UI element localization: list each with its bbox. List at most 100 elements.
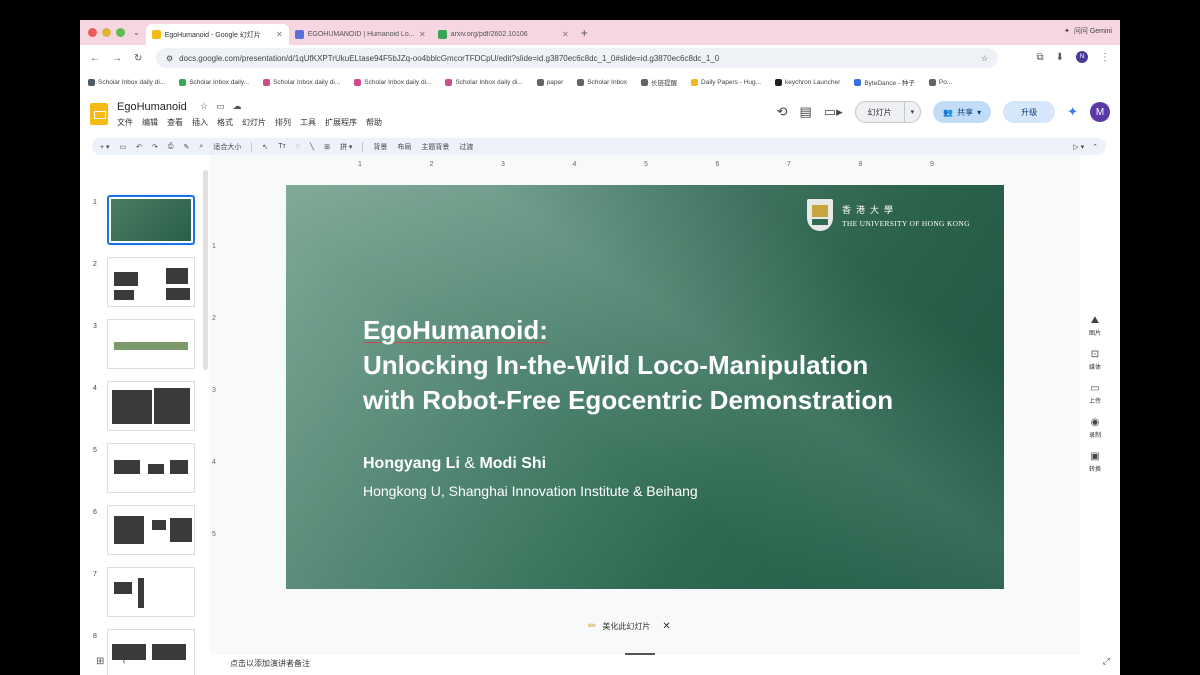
tools-icon[interactable]: 拼 ▾ [340,142,352,152]
bookmark-item[interactable]: ByteDance - 种子 [854,77,915,87]
bookmark-item[interactable]: keychron Launcher [775,78,840,86]
bookmark-item[interactable]: 长链提醒 [641,77,677,87]
slides-logo-icon[interactable] [90,103,108,125]
slideshow-button[interactable]: 幻灯片 ▾ [854,101,922,123]
current-slide[interactable]: 香港大學 THE UNIVERSITY OF HONG KONG EgoHuma… [286,185,1004,589]
tab-egohumanoid-site[interactable]: EGOHUMANOID | Humanoid Lo... ✕ [289,24,432,45]
meet-camera-icon[interactable]: ▭▸ [824,104,843,120]
filmstrip-scrollbar[interactable] [203,170,208,370]
theme-button[interactable]: 主题背景 [421,142,449,152]
slide-title[interactable]: EgoHumanoid: Unlocking In-the-Wild Loco-… [363,313,893,418]
new-slide-icon[interactable]: + ▾ [100,143,110,151]
cloud-saved-icon[interactable]: ☁ [233,101,242,112]
ask-gemini-button[interactable]: ✦ 问问 Gemini [1064,26,1112,36]
close-window-button[interactable] [88,28,97,37]
tab-close-icon[interactable]: ✕ [562,30,569,39]
bookmark-star-icon[interactable]: ☆ [981,54,988,63]
slide-thumbnail-row[interactable]: 3 [80,319,210,371]
site-info-icon[interactable]: ⚙ [166,54,173,63]
media-button[interactable]: ⊡ 媒体 [1089,349,1101,371]
zoom-select[interactable]: 适合大小 [213,142,241,152]
slide-thumbnail-row[interactable]: 7 [80,567,210,619]
slide-thumbnail[interactable] [107,257,195,307]
shape-icon[interactable]: ◌ [296,143,300,150]
slide-thumbnail[interactable] [107,443,195,493]
slideshow-label[interactable]: 幻灯片 [856,102,905,122]
menu-item[interactable]: 文件 [117,117,133,128]
slide-thumbnail[interactable] [107,381,195,431]
slide-thumbnail-row[interactable]: 5 [80,443,210,495]
comments-icon[interactable]: ▤ [799,104,811,120]
insert-image-button[interactable]: ⛰ 图片 [1089,315,1101,337]
address-bar[interactable]: ⚙ docs.google.com/presentation/d/1qUfKXP… [156,48,998,68]
expand-notes-icon[interactable]: ⤢ [1103,656,1110,667]
slide-thumbnail[interactable] [107,195,195,245]
speaker-notes-input[interactable]: 点击以添加演讲者备注 [230,658,310,669]
grid-view-icon[interactable]: ⊞ [96,656,104,667]
comment-add-icon[interactable]: ⊞ [324,143,330,151]
star-icon[interactable]: ☆ [200,101,208,112]
url-text[interactable]: docs.google.com/presentation/d/1qUfKXPTr… [179,54,981,63]
text-box-icon[interactable]: Tт [278,143,285,150]
slide-thumbnail[interactable] [107,505,195,555]
tab-close-icon[interactable]: ✕ [276,30,283,39]
gemini-sparkle-icon[interactable]: ✦ [1067,104,1078,120]
maximize-window-button[interactable] [116,28,125,37]
version-history-icon[interactable]: ⟲ [777,104,788,120]
tab-egohumanoid-slides[interactable]: EgoHumanoid - Google 幻灯片 ✕ [145,24,289,45]
redo-icon[interactable]: ↷ [152,143,158,151]
collapse-toolbar-icon[interactable]: ⌃ [1092,143,1098,151]
extensions-icon[interactable]: ⧉ [1036,52,1043,63]
line-icon[interactable]: ╲ [310,143,314,151]
slide-authors[interactable]: Hongyang Li & Modi Shi [363,455,546,473]
back-arrow-icon[interactable]: ← [90,53,100,64]
bookmark-item[interactable]: Scholar Inbox daily... [179,78,249,86]
move-folder-icon[interactable]: ▭ [216,101,225,112]
beautify-label[interactable]: 美化此幻灯片 [602,621,650,632]
slide-thumbnail-row[interactable]: 2 [80,257,210,309]
share-dropdown-icon[interactable]: ▾ [977,108,981,117]
menu-item[interactable]: 查看 [167,117,183,128]
menu-item[interactable]: 幻灯片 [242,117,266,128]
slide-thumbnail[interactable] [107,319,195,369]
record-button[interactable]: ◉ 录制 [1089,417,1101,439]
reload-icon[interactable]: ↻ [134,53,142,64]
document-title[interactable]: EgoHumanoid [117,101,187,113]
bookmark-item[interactable]: Po... [928,78,952,86]
tab-list-chevron-icon[interactable]: ⌄ [133,28,140,37]
bookmark-item[interactable]: Scholar Inbox daily di... [263,78,340,86]
upgrade-button[interactable]: 升级 [1003,101,1056,123]
menu-item[interactable]: 排列 [275,117,291,128]
share-button[interactable]: 👥 共享 ▾ [933,101,992,123]
menu-item[interactable]: 扩展程序 [325,117,357,128]
slide-thumbnail[interactable] [107,567,195,617]
select-cursor-icon[interactable]: ↖ [262,143,268,151]
beautify-slide-prompt[interactable]: ✏ 美化此幻灯片 ✕ [588,621,671,632]
bookmark-item[interactable]: Scholar Inbox daily di... [88,78,165,86]
forward-arrow-icon[interactable]: → [112,53,122,64]
bookmark-item[interactable]: Scholar Inbox [577,78,627,86]
background-button[interactable]: 背景 [373,142,387,152]
slide-thumbnail-row[interactable]: 4 [80,381,210,433]
more-menu-icon[interactable]: ⋮ [1100,52,1110,63]
slide-affiliation[interactable]: Hongkong U, Shanghai Innovation Institut… [363,483,698,499]
mode-pointer-icon[interactable]: ▷ ▾ [1073,143,1084,151]
dismiss-close-icon[interactable]: ✕ [662,621,670,632]
zoom-icon[interactable]: ⌕ [199,143,203,151]
menu-item[interactable]: 编辑 [142,117,158,128]
minimize-window-button[interactable] [102,28,111,37]
upload-button[interactable]: ▭ 上传 [1089,383,1101,405]
slide-thumbnail-row[interactable]: 6 [80,505,210,557]
slide-layout-icon[interactable]: ▭ [120,143,127,151]
collapse-panel-icon[interactable]: ‹ [122,656,125,667]
slideshow-dropdown-icon[interactable]: ▾ [905,108,921,116]
download-icon[interactable]: ⬇ [1056,52,1064,63]
tab-close-icon[interactable]: ✕ [419,30,426,39]
menu-item[interactable]: 帮助 [366,117,382,128]
tab-arxiv-pdf[interactable]: arxiv.org/pdf/2602.10106 ✕ [432,24,575,45]
menu-item[interactable]: 格式 [217,117,233,128]
paint-format-icon[interactable]: ✎ [184,143,190,151]
undo-icon[interactable]: ↶ [136,143,142,151]
slide-thumbnail-row[interactable]: 1 [80,195,210,247]
menu-item[interactable]: 工具 [300,117,316,128]
